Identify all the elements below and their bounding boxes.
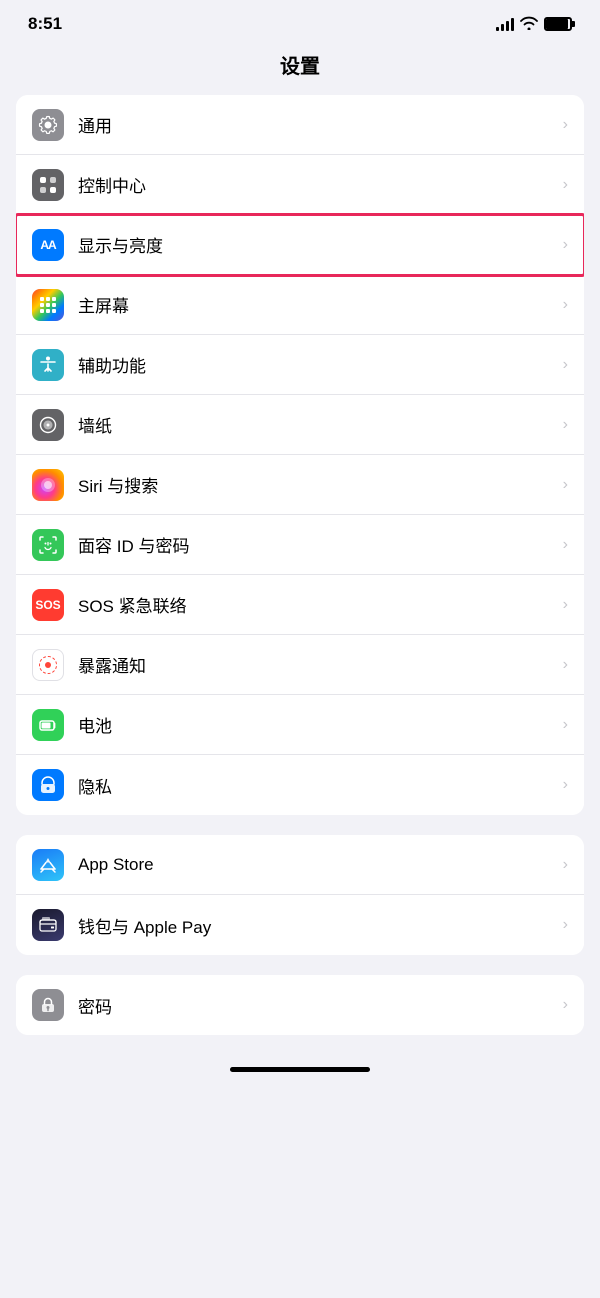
settings-item-wallet[interactable]: 钱包与 Apple Pay ›: [16, 895, 584, 955]
siri-label: Siri 与搜索: [78, 472, 563, 497]
appstore-label: App Store: [78, 855, 563, 875]
appstore-icon: [32, 849, 64, 881]
home-screen-chevron: ›: [563, 296, 568, 314]
settings-group-2: App Store › 钱包与 Apple Pay ›: [16, 835, 584, 955]
siri-chevron: ›: [563, 476, 568, 494]
battery-icon: [544, 17, 572, 31]
settings-item-exposure[interactable]: 暴露通知 ›: [16, 635, 584, 695]
settings-item-privacy[interactable]: 隐私 ›: [16, 755, 584, 815]
accessibility-chevron: ›: [563, 356, 568, 374]
status-time: 8:51: [28, 14, 62, 34]
display-label: 显示与亮度: [78, 232, 563, 257]
faceid-icon: [32, 529, 64, 561]
settings-item-sos[interactable]: SOS SOS 紧急联络 ›: [16, 575, 584, 635]
privacy-chevron: ›: [563, 776, 568, 794]
passwords-chevron: ›: [563, 996, 568, 1014]
privacy-icon: [32, 769, 64, 801]
home-screen-label: 主屏幕: [78, 292, 563, 317]
battery-label: 电池: [78, 712, 563, 737]
home-screen-icon: [32, 289, 64, 321]
general-chevron: ›: [563, 116, 568, 134]
siri-icon: [32, 469, 64, 501]
wallpaper-icon: [32, 409, 64, 441]
control-center-chevron: ›: [563, 176, 568, 194]
home-indicator: [230, 1067, 370, 1072]
passwords-icon: [32, 989, 64, 1021]
settings-item-display[interactable]: AA 显示与亮度 ›: [16, 215, 584, 275]
wallet-label: 钱包与 Apple Pay: [78, 913, 563, 938]
passwords-label: 密码: [78, 993, 563, 1018]
wallpaper-chevron: ›: [563, 416, 568, 434]
settings-group-1: 通用 › 控制中心 › AA 显示与亮度 ›: [16, 95, 584, 815]
settings-item-faceid[interactable]: 面容 ID 与密码 ›: [16, 515, 584, 575]
appstore-chevron: ›: [563, 856, 568, 874]
faceid-label: 面容 ID 与密码: [78, 532, 563, 557]
wallpaper-label: 墙纸: [78, 412, 563, 437]
general-label: 通用: [78, 112, 563, 137]
display-chevron: ›: [563, 236, 568, 254]
exposure-label: 暴露通知: [78, 652, 563, 677]
settings-item-siri[interactable]: Siri 与搜索 ›: [16, 455, 584, 515]
settings-item-appstore[interactable]: App Store ›: [16, 835, 584, 895]
exposure-chevron: ›: [563, 656, 568, 674]
status-bar: 8:51: [0, 0, 600, 42]
settings-item-home-screen[interactable]: 主屏幕 ›: [16, 275, 584, 335]
control-center-label: 控制中心: [78, 172, 563, 197]
display-icon: AA: [32, 229, 64, 261]
settings-item-battery[interactable]: 电池 ›: [16, 695, 584, 755]
settings-item-accessibility[interactable]: 辅助功能 ›: [16, 335, 584, 395]
signal-icon: [496, 17, 514, 31]
sos-icon: SOS: [32, 589, 64, 621]
battery-settings-icon: [32, 709, 64, 741]
accessibility-label: 辅助功能: [78, 352, 563, 377]
control-center-icon: [32, 169, 64, 201]
exposure-icon: [32, 649, 64, 681]
settings-group-3: 密码 ›: [16, 975, 584, 1035]
wallet-chevron: ›: [563, 916, 568, 934]
settings-item-passwords[interactable]: 密码 ›: [16, 975, 584, 1035]
settings-item-wallpaper[interactable]: 墙纸 ›: [16, 395, 584, 455]
sos-label: SOS 紧急联络: [78, 592, 563, 617]
battery-chevron: ›: [563, 716, 568, 734]
sos-chevron: ›: [563, 596, 568, 614]
wifi-icon: [520, 16, 538, 33]
general-icon: [32, 109, 64, 141]
settings-item-general[interactable]: 通用 ›: [16, 95, 584, 155]
status-icons: [496, 16, 572, 33]
privacy-label: 隐私: [78, 773, 563, 798]
settings-item-control-center[interactable]: 控制中心 ›: [16, 155, 584, 215]
accessibility-icon: [32, 349, 64, 381]
page-title: 设置: [0, 42, 600, 95]
wallet-icon: [32, 909, 64, 941]
faceid-chevron: ›: [563, 536, 568, 554]
